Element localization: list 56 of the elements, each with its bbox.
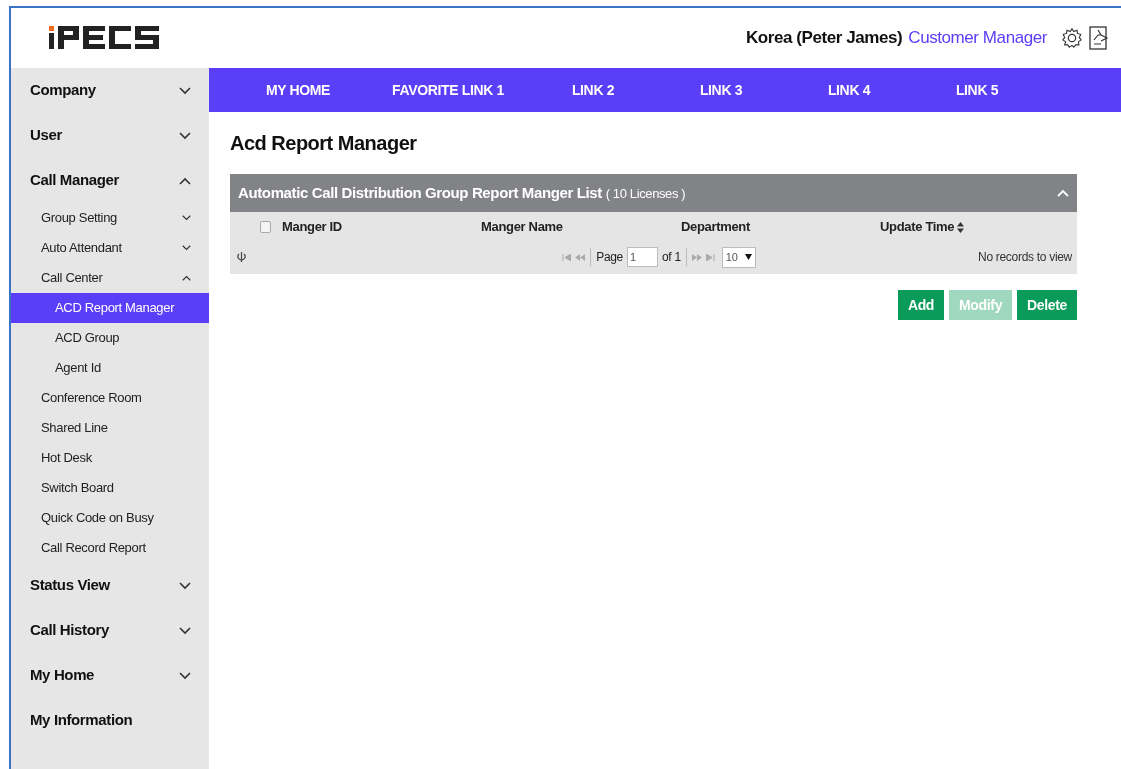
nav-link[interactable]: LINK 3 <box>657 79 785 101</box>
sidebar-item[interactable]: Shared Line <box>11 413 209 443</box>
sidebar-item[interactable]: Conference Room <box>11 383 209 413</box>
column-header[interactable]: Manger ID <box>282 217 481 237</box>
chevron-down-icon <box>182 245 191 251</box>
chevron-down-icon <box>179 626 191 635</box>
panel-title: Automatic Call Distribution Group Report Manger List ( 10 Licenses ) <box>238 182 686 203</box>
chevron-down-icon <box>182 215 191 221</box>
rows-select[interactable]: 10 <box>721 246 756 268</box>
logout-icon[interactable] <box>1089 26 1109 50</box>
sidebar-item[interactable]: ACD Group <box>11 323 209 353</box>
sidebar-item[interactable]: Call History <box>11 608 209 653</box>
sidebar-item[interactable]: Company <box>11 68 209 113</box>
sidebar-item[interactable]: Auto Attendant <box>11 233 209 263</box>
sidebar-item[interactable]: My Information <box>11 698 209 743</box>
chevron-up-icon <box>182 275 191 281</box>
chevron-up-icon <box>179 176 191 185</box>
refresh-icon[interactable] <box>237 251 246 263</box>
sidebar-item[interactable]: Status View <box>11 563 209 608</box>
settings-icon[interactable] <box>1061 27 1083 49</box>
sidebar-item[interactable]: Call Record Report <box>11 533 209 563</box>
column-header[interactable]: Manger Name <box>481 217 681 237</box>
action-button[interactable]: Add <box>897 290 945 320</box>
chevron-down-icon <box>179 581 191 590</box>
sidebar-item[interactable]: Hot Desk <box>11 443 209 473</box>
user-name: Korea (Peter James) <box>745 27 903 50</box>
sidebar-item[interactable]: My Home <box>11 653 209 698</box>
nav-link[interactable]: LINK 4 <box>785 79 913 101</box>
sidebar-item[interactable]: ACD Report Manager <box>11 293 209 323</box>
sort-icon[interactable] <box>957 221 965 233</box>
column-header[interactable]: Update Time <box>880 217 955 237</box>
dropdown-icon <box>744 254 752 260</box>
nav-link[interactable]: FAVORITE LINK 1 <box>367 79 529 101</box>
page-title: Acd Report Manager <box>230 131 418 156</box>
select-all-checkbox[interactable] <box>260 221 271 233</box>
chevron-up-icon[interactable] <box>1057 189 1069 197</box>
nav-link[interactable]: LINK 5 <box>913 79 1041 101</box>
page-count: of 1 <box>662 249 681 266</box>
action-button[interactable]: Delete <box>1017 290 1077 320</box>
chevron-down-icon <box>179 131 191 140</box>
sidebar-item[interactable]: Call Manager <box>11 158 209 203</box>
column-header[interactable]: Department <box>681 217 880 237</box>
sidebar-item[interactable]: Group Setting <box>11 203 209 233</box>
page-input[interactable]: 1 <box>627 247 658 267</box>
sidebar-item[interactable]: Call Center <box>11 263 209 293</box>
nav-link[interactable]: LINK 2 <box>529 79 657 101</box>
sidebar-item[interactable]: Quick Code on Busy <box>11 503 209 533</box>
nav-link[interactable]: MY HOME <box>229 79 367 101</box>
sidebar-item[interactable]: Switch Board <box>11 473 209 503</box>
sidebar-item[interactable]: Agent Id <box>11 353 209 383</box>
chevron-down-icon <box>179 86 191 95</box>
records-status: No records to view <box>977 249 1072 266</box>
chevron-down-icon <box>179 671 191 680</box>
page-label: Page <box>596 249 623 266</box>
sidebar-item[interactable]: User <box>11 113 209 158</box>
role-link[interactable]: Customer Manager <box>908 25 1047 51</box>
